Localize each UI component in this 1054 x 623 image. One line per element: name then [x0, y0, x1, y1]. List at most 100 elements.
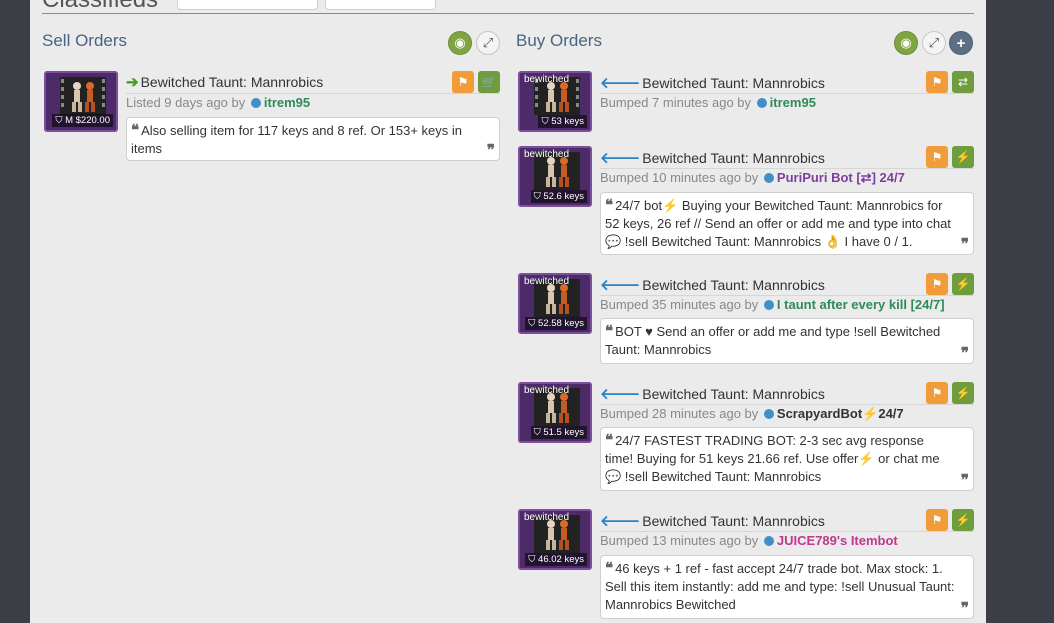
price-tag: ⛉ 52.6 keys — [530, 190, 587, 203]
item-name[interactable]: 🡐 Bewitched Taunt: Mannrobics — [600, 384, 974, 405]
item-name[interactable]: 🡐 Bewitched Taunt: Mannrobics — [600, 148, 974, 169]
report-button[interactable]: ⚑ — [926, 509, 948, 531]
buy-arrow-icon: 🡐 — [600, 386, 641, 403]
item-name[interactable]: 🡐 Bewitched Taunt: Mannrobics — [600, 73, 974, 94]
item-thumbnail[interactable]: bewitched ⛉ 53 keys — [518, 71, 592, 132]
flag-icon: ⚑ — [931, 75, 943, 89]
quote-close-icon: ❞ — [960, 600, 969, 617]
flag-icon: ⚑ — [457, 75, 469, 89]
instant-trade-button[interactable]: ⚡ — [952, 509, 974, 531]
trade-swap-button[interactable]: ⇄ — [952, 71, 974, 93]
listing-meta: Listed 9 days ago by itrem95 — [126, 95, 311, 110]
page-title: Classifieds — [42, 0, 158, 14]
item-name[interactable]: 🡐 Bewitched Taunt: Mannrobics — [600, 511, 974, 532]
listing-comment: ❝ Also selling item for 117 keys and 8 re… — [126, 117, 500, 161]
user-link[interactable]: PuriPuri Bot [⇄] 24/7 — [777, 170, 905, 185]
online-status-dot — [756, 98, 767, 108]
buy-arrow-icon: 🡐 — [600, 150, 641, 167]
listing-meta: Bumped 7 minutes ago by itrem95 — [600, 95, 816, 110]
tag-icon: ⛉ — [55, 115, 66, 126]
quote-icon: ❝ — [605, 323, 614, 340]
eye-icon: ◉ — [900, 35, 912, 50]
flag-icon: ⚑ — [931, 386, 943, 400]
listing-comment: ❝ 46 keys + 1 ref - fast accept 24/7 trad… — [600, 555, 974, 619]
sell-listing: ⛉ M $220.00 ➔ Bewitched Taunt: Mannrobics… — [44, 71, 500, 163]
online-status-dot — [763, 536, 774, 546]
add-buy-order-button[interactable]: + — [949, 31, 973, 55]
report-button[interactable]: ⚑ — [926, 71, 948, 93]
listing-comment: ❝ 24/7 bot⚡ Buying your Bewitched Taunt: … — [600, 192, 974, 255]
report-button[interactable]: ⚑ — [926, 382, 948, 404]
buy-cart-button[interactable]: 🛒 — [478, 71, 500, 93]
effect-label: bewitched — [524, 74, 570, 85]
report-button[interactable]: ⚑ — [452, 71, 474, 93]
listing-meta: Bumped 35 minutes ago by I taunt after e… — [600, 297, 945, 312]
sell-toggle-visibility-button[interactable]: ◉ — [448, 31, 472, 55]
report-button[interactable]: ⚑ — [926, 273, 948, 295]
cart-icon: 🛒 — [481, 75, 497, 89]
swap-icon: ⇄ — [957, 75, 969, 89]
buy-arrow-icon: 🡐 — [600, 513, 641, 530]
effect-label: bewitched — [524, 276, 570, 287]
lightning-icon: ⚡ — [955, 513, 971, 527]
online-status-dot — [763, 300, 774, 310]
user-link[interactable]: itrem95 — [264, 95, 310, 110]
effect-label: bewitched — [524, 385, 570, 396]
quote-close-icon: ❞ — [486, 142, 495, 159]
user-link[interactable]: I taunt after every kill [24/7] — [777, 297, 945, 312]
classifieds-panel: Classifieds Sell Orders ◉ ⤢ Buy Orders ◉… — [30, 0, 986, 623]
price-tag: ⛉ 46.02 keys — [525, 553, 587, 566]
item-thumbnail[interactable]: ⛉ M $220.00 — [44, 71, 118, 132]
buy-listing: bewitched ⛉ 52.58 keys 🡐 Bewitched Taunt:… — [518, 273, 974, 365]
listing-comment: ❝ BOT ♥ Send an offer or add me and type … — [600, 318, 974, 364]
sell-orders-title: Sell Orders — [42, 31, 128, 50]
tag-icon: ⛉ — [533, 191, 544, 202]
buy-listing: bewitched ⛉ 53 keys 🡐 Bewitched Taunt: Ma… — [518, 71, 974, 133]
filter-dropdown[interactable] — [177, 0, 318, 10]
buy-listing: bewitched ⛉ 51.5 keys 🡐 Bewitched Taunt: … — [518, 382, 974, 492]
quote-icon: ❝ — [605, 197, 614, 214]
buy-listing: bewitched ⛉ 52.6 keys 🡐 Bewitched Taunt: … — [518, 146, 974, 256]
taunt-image — [60, 77, 106, 115]
instant-trade-button[interactable]: ⚡ — [952, 273, 974, 295]
sort-dropdown[interactable] — [325, 0, 436, 10]
tag-icon: ⛉ — [533, 427, 544, 438]
report-button[interactable]: ⚑ — [926, 146, 948, 168]
listing-meta: Bumped 28 minutes ago by ScrapyardBot⚡24… — [600, 406, 904, 421]
item-name[interactable]: 🡐 Bewitched Taunt: Mannrobics — [600, 275, 974, 296]
online-status-dot — [763, 173, 774, 183]
listing-meta: Bumped 10 minutes ago by PuriPuri Bot [⇄… — [600, 170, 905, 185]
buy-orders-title: Buy Orders — [516, 31, 602, 50]
online-status-dot — [763, 409, 774, 419]
item-name[interactable]: ➔ Bewitched Taunt: Mannrobics — [126, 73, 500, 94]
instant-trade-button[interactable]: ⚡ — [952, 146, 974, 168]
price-tag: ⛉ 53 keys — [538, 115, 587, 128]
eye-icon: ◉ — [454, 35, 466, 50]
expand-icon: ⤢ — [482, 35, 494, 50]
quote-close-icon: ❞ — [960, 345, 969, 362]
item-thumbnail[interactable]: bewitched ⛉ 52.58 keys — [518, 273, 592, 334]
tag-icon: ⛉ — [528, 554, 539, 565]
user-link[interactable]: JUICE789's Itembot — [777, 533, 898, 548]
plus-icon: + — [956, 34, 966, 52]
item-thumbnail[interactable]: bewitched ⛉ 52.6 keys — [518, 146, 592, 207]
quote-icon: ❝ — [131, 122, 140, 139]
sell-expand-button[interactable]: ⤢ — [476, 31, 500, 55]
user-link[interactable]: itrem95 — [770, 95, 816, 110]
effect-label: bewitched — [524, 149, 570, 160]
instant-trade-button[interactable]: ⚡ — [952, 382, 974, 404]
quote-close-icon: ❞ — [960, 472, 969, 489]
lightning-icon: ⚡ — [955, 386, 971, 400]
buy-toggle-visibility-button[interactable]: ◉ — [894, 31, 918, 55]
item-thumbnail[interactable]: bewitched ⛉ 46.02 keys — [518, 509, 592, 570]
listing-meta: Bumped 13 minutes ago by JUICE789's Item… — [600, 533, 898, 548]
buy-arrow-icon: 🡐 — [600, 75, 641, 92]
listing-comment: ❝ 24/7 FASTEST TRADING BOT: 2-3 sec avg r… — [600, 427, 974, 491]
flag-icon: ⚑ — [931, 277, 943, 291]
item-thumbnail[interactable]: bewitched ⛉ 51.5 keys — [518, 382, 592, 443]
buy-arrow-icon: 🡐 — [600, 277, 641, 294]
quote-close-icon: ❞ — [960, 236, 969, 253]
user-link[interactable]: ScrapyardBot⚡24/7 — [777, 406, 904, 421]
buy-expand-button[interactable]: ⤢ — [922, 31, 946, 55]
tag-icon: ⛉ — [528, 318, 539, 329]
